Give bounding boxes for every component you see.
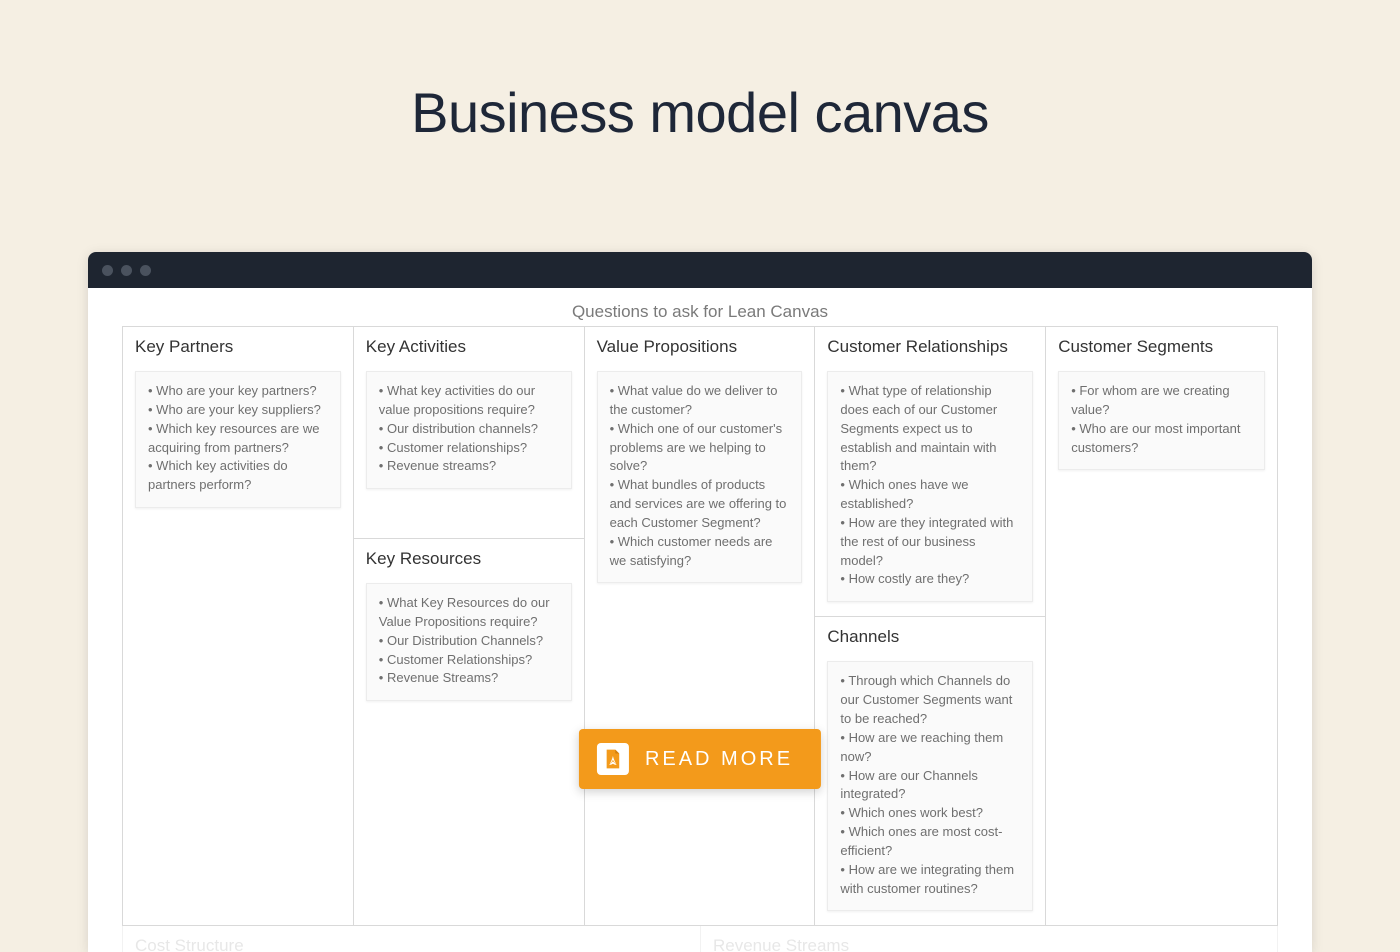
list-item: • Who are our most important customers?	[1071, 420, 1252, 458]
card-value-propositions: • What value do we deliver to the custom…	[597, 371, 803, 583]
list-item: • How are we reaching them now?	[840, 729, 1020, 767]
cell-revenue-streams: Revenue Streams • For what value are our…	[700, 926, 1278, 952]
list-item: • Who are your key suppliers?	[148, 401, 328, 420]
list-item: • How are they integrated with the rest …	[840, 514, 1020, 571]
list-item: • Through which Channels do our Customer…	[840, 672, 1020, 729]
list-item: • Which ones work best?	[840, 804, 1020, 823]
cell-title-key-resources: Key Resources	[366, 549, 572, 569]
cell-title-customer-relationships: Customer Relationships	[827, 337, 1033, 357]
traffic-light-minimize-icon	[121, 265, 132, 276]
cell-customer-segments: Customer Segments • For whom are we crea…	[1046, 327, 1277, 925]
cell-key-partners: Key Partners • Who are your key partners…	[123, 327, 353, 925]
cell-channels: Channels • Through which Channels do our…	[815, 617, 1045, 925]
cell-title-revenue-streams: Revenue Streams	[713, 936, 1265, 952]
pdf-icon	[597, 743, 629, 775]
bottom-row: Cost Structure • What are the most impor…	[122, 926, 1278, 952]
read-more-label: READ MORE	[645, 748, 793, 771]
page-title: Business model canvas	[0, 0, 1400, 145]
card-key-activities: • What key activities do our value propo…	[366, 371, 572, 489]
list-item: • Which one of our customer's problems a…	[610, 420, 790, 477]
col-activities-resources: Key Activities • What key activities do …	[354, 327, 585, 925]
card-channels: • Through which Channels do our Customer…	[827, 661, 1033, 911]
cell-key-activities: Key Activities • What key activities do …	[354, 327, 584, 539]
list-item: • How are our Channels integrated?	[840, 767, 1020, 805]
list-item: • Which customer needs are we satisfying…	[610, 533, 790, 571]
list-item: • What type of relationship does each of…	[840, 382, 1020, 476]
card-customer-relationships: • What type of relationship does each of…	[827, 371, 1033, 602]
list-item: • Our Distribution Channels?	[379, 632, 559, 651]
browser-titlebar	[88, 252, 1312, 288]
card-customer-segments: • For whom are we creating value? • Who …	[1058, 371, 1265, 470]
col-value-propositions: Value Propositions • What value do we de…	[585, 327, 816, 925]
read-more-button[interactable]: READ MORE	[579, 729, 821, 789]
list-item: • How are we integrating them with custo…	[840, 861, 1020, 899]
cell-key-resources: Key Resources • What Key Resources do ou…	[354, 539, 584, 925]
list-item: • Customer relationships?	[379, 439, 559, 458]
card-key-partners: • Who are your key partners? • Who are y…	[135, 371, 341, 508]
card-key-resources: • What Key Resources do our Value Propos…	[366, 583, 572, 701]
list-item: • Which ones are most cost-efficient?	[840, 823, 1020, 861]
list-item: • Which ones have we established?	[840, 476, 1020, 514]
cell-title-value-propositions: Value Propositions	[597, 337, 803, 357]
col-key-partners: Key Partners • Who are your key partners…	[123, 327, 354, 925]
traffic-light-zoom-icon	[140, 265, 151, 276]
list-item: • Customer Relationships?	[379, 651, 559, 670]
list-item: • What value do we deliver to the custom…	[610, 382, 790, 420]
canvas-grid: Key Partners • Who are your key partners…	[122, 326, 1278, 926]
list-item: • Revenue Streams?	[379, 669, 559, 688]
cell-title-key-activities: Key Activities	[366, 337, 572, 357]
list-item: • Which key activities do partners perfo…	[148, 457, 328, 495]
list-item: • Our distribution channels?	[379, 420, 559, 439]
cell-title-key-partners: Key Partners	[135, 337, 341, 357]
cell-customer-relationships: Customer Relationships • What type of re…	[815, 327, 1045, 617]
canvas-wrap: Questions to ask for Lean Canvas Key Par…	[88, 288, 1312, 952]
col-customer-segments: Customer Segments • For whom are we crea…	[1046, 327, 1277, 925]
list-item: • What bundles of products and services …	[610, 476, 790, 533]
col-relationships-channels: Customer Relationships • What type of re…	[815, 327, 1046, 925]
list-item: • What Key Resources do our Value Propos…	[379, 594, 559, 632]
cell-title-cost-structure: Cost Structure	[135, 936, 688, 952]
browser-window: Questions to ask for Lean Canvas Key Par…	[88, 252, 1312, 952]
list-item: • Who are your key partners?	[148, 382, 328, 401]
list-item: • Revenue streams?	[379, 457, 559, 476]
cell-cost-structure: Cost Structure • What are the most impor…	[122, 926, 700, 952]
canvas-subtitle: Questions to ask for Lean Canvas	[122, 302, 1278, 322]
list-item: • What key activities do our value propo…	[379, 382, 559, 420]
cell-title-customer-segments: Customer Segments	[1058, 337, 1265, 357]
cell-value-propositions: Value Propositions • What value do we de…	[585, 327, 815, 925]
list-item: • For whom are we creating value?	[1071, 382, 1252, 420]
cell-title-channels: Channels	[827, 627, 1033, 647]
traffic-light-close-icon	[102, 265, 113, 276]
list-item: • Which key resources are we acquiring f…	[148, 420, 328, 458]
list-item: • How costly are they?	[840, 570, 1020, 589]
